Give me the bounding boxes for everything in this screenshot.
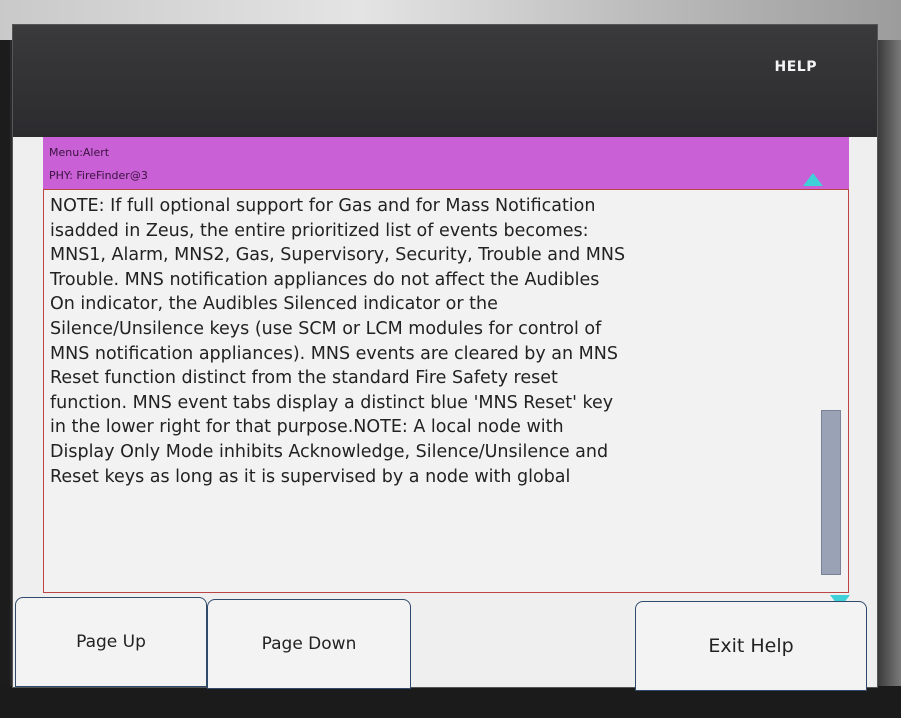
- help-title: HELP: [774, 59, 817, 75]
- help-text-line: Reset function distinct from the standar…: [50, 368, 558, 389]
- help-text-line: function. MNS event tabs display a disti…: [50, 392, 614, 413]
- exit-help-button[interactable]: Exit Help: [635, 601, 867, 691]
- help-text-line: isadded in Zeus, the entire prioritized …: [50, 220, 589, 241]
- device-bezel-left: [0, 40, 10, 718]
- panel-screen: HELP Menu:Alert PHY: FireFinder@3 NOTE: …: [12, 24, 878, 691]
- help-text-block: NOTE: If full optional support for Gas a…: [50, 194, 824, 489]
- help-text-line: NOTE: If full optional support for Gas a…: [50, 196, 596, 216]
- exit-help-label: Exit Help: [708, 635, 794, 657]
- help-text-line: Silence/Unsilence keys (use SCM or LCM m…: [50, 318, 602, 339]
- help-text-line: in the lower right for that purpose.NOTE…: [50, 417, 564, 438]
- help-text-line: Display Only Mode inhibits Acknowledge, …: [50, 441, 609, 462]
- help-text-line: Reset keys as long as it is supervised b…: [50, 466, 571, 487]
- help-text-line: Trouble. MNS notification appliances do …: [50, 269, 600, 290]
- help-text-line: MNS notification appliances). MNS events…: [50, 343, 618, 364]
- page-up-button[interactable]: Page Up: [15, 597, 207, 687]
- help-text-line: On indicator, the Audibles Silenced indi…: [50, 294, 498, 315]
- page-down-button[interactable]: Page Down: [207, 599, 411, 689]
- title-bar: HELP: [13, 25, 877, 137]
- page-up-label: Page Up: [76, 632, 146, 652]
- help-content-area: NOTE: If full optional support for Gas a…: [43, 189, 849, 593]
- menu-strip: Menu:Alert PHY: FireFinder@3: [43, 137, 849, 189]
- scroll-up-arrow-icon[interactable]: [803, 173, 823, 186]
- scrollbar-thumb[interactable]: [821, 410, 841, 575]
- help-text-line: MNS1, Alarm, MNS2, Gas, Supervisory, Sec…: [50, 245, 626, 266]
- phy-node-label: PHY: FireFinder@3: [49, 169, 148, 182]
- menu-path-label: Menu:Alert: [49, 146, 110, 159]
- page-down-label: Page Down: [261, 634, 357, 654]
